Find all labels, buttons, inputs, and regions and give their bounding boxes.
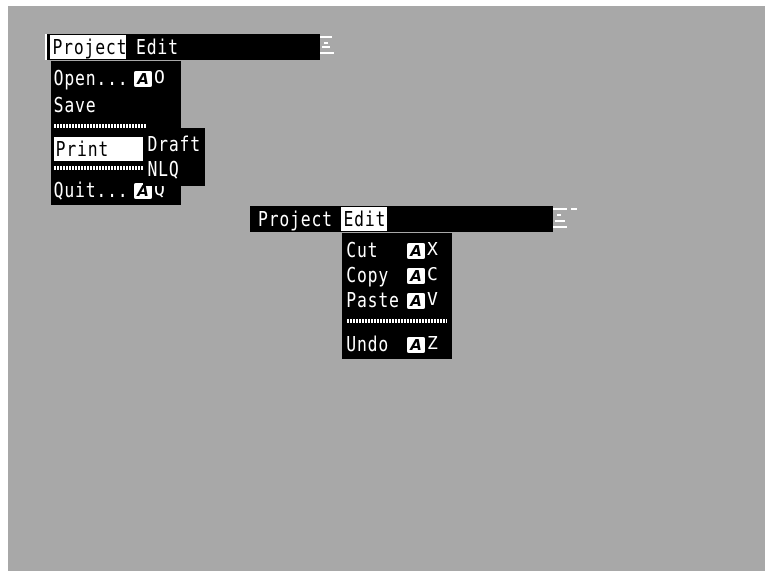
- shortcut: AX: [407, 238, 439, 262]
- shortcut: AC: [407, 263, 439, 287]
- menu-title-label: Edit: [136, 35, 179, 59]
- shortcut-key: V: [427, 289, 439, 310]
- shortcut: AV: [407, 288, 439, 312]
- submenu-item-nlq[interactable]: NLQ: [145, 157, 203, 181]
- menu-item-label: Copy: [346, 263, 390, 287]
- amiga-key-icon: A: [407, 267, 425, 284]
- shortcut: AO: [134, 66, 166, 90]
- menu-item-label: Quit...: [53, 178, 129, 202]
- menu-separator: [54, 166, 146, 170]
- menu-item-label: Paste: [346, 288, 400, 312]
- screen: Project Edit Open... AO Save Print Quit.…: [8, 6, 765, 571]
- shortcut: AZ: [407, 332, 439, 356]
- menu-title-project[interactable]: Project: [258, 207, 334, 231]
- shortcut-key: X: [427, 239, 439, 260]
- menu-item-copy[interactable]: Copy AC: [343, 263, 451, 287]
- menu-separator: [347, 319, 447, 323]
- menu-item-paste[interactable]: Paste AV: [343, 288, 451, 312]
- submenu-item-label: NLQ: [147, 157, 180, 181]
- edit-menu: Cut AX Copy AC Paste AV Undo AZ: [342, 233, 452, 359]
- amiga-key-icon: A: [407, 292, 425, 309]
- print-submenu: Draft NLQ: [143, 128, 205, 186]
- bar-edge: [45, 34, 47, 60]
- submenu-item-draft[interactable]: Draft: [145, 132, 203, 156]
- menu-title-project[interactable]: Project: [50, 35, 128, 59]
- menu-title-edit[interactable]: Edit: [341, 207, 387, 231]
- menu-item-label: Save: [53, 93, 97, 117]
- menu-title-label: Project: [52, 35, 128, 59]
- menu-item-open[interactable]: Open... AO: [52, 66, 180, 90]
- menu-separator: [54, 124, 146, 128]
- menu-item-undo[interactable]: Undo AZ: [343, 332, 451, 356]
- menu-item-save[interactable]: Save: [52, 93, 180, 117]
- menu-item-label: Cut: [346, 238, 379, 262]
- amiga-key-icon: A: [407, 336, 425, 353]
- menu-title-label: Project: [258, 207, 333, 231]
- menu-item-label: Open...: [53, 66, 129, 90]
- shortcut-key: O: [154, 67, 166, 88]
- submenu-item-label: Draft: [147, 132, 201, 156]
- amiga-key-icon: A: [134, 70, 152, 87]
- menu-item-print[interactable]: Print: [54, 137, 144, 161]
- shortcut-key: C: [427, 264, 439, 285]
- menu-item-label: Print: [55, 137, 110, 161]
- amiga-key-icon: A: [407, 242, 425, 259]
- menu-item-label: Undo: [346, 332, 390, 356]
- torn-edge-icon: [551, 206, 577, 230]
- menu-item-cut[interactable]: Cut AX: [343, 238, 451, 262]
- torn-edge-icon: [318, 34, 342, 58]
- shortcut-key: Z: [427, 333, 439, 354]
- menu-title-edit[interactable]: Edit: [136, 35, 196, 59]
- menu-title-label: Edit: [343, 207, 387, 231]
